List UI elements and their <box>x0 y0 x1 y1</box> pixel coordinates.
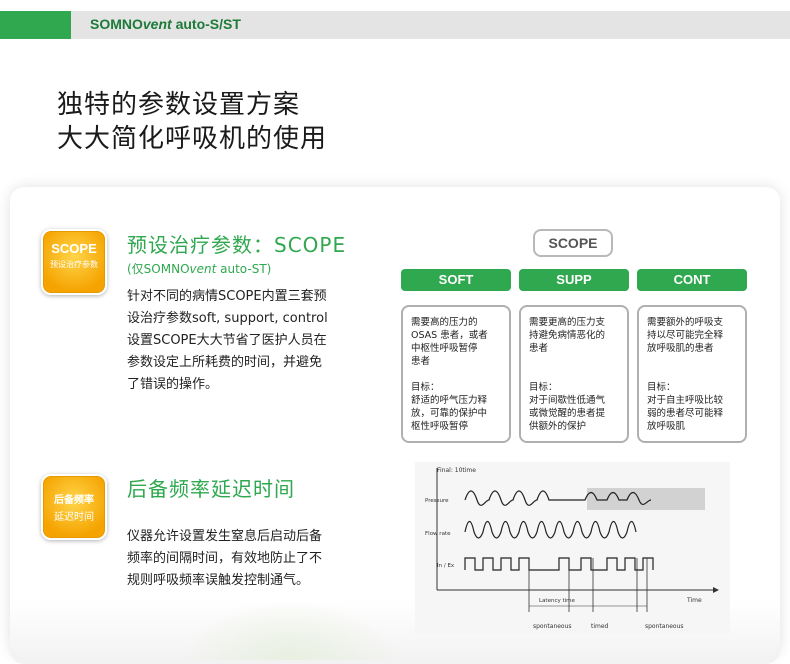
waveform-background <box>415 462 730 634</box>
mode-desc-line: 需要更高的压力支 <box>529 317 606 328</box>
mode-box-soft: 需要高的压力的 OSAS 患者，或者 中枢性呼吸暂停 患者 目标： 舒适的呼气压… <box>401 305 511 443</box>
mode-desc-line: 放呼吸肌的患者 <box>647 343 714 354</box>
waveform-top-label: Final: 10time <box>437 467 476 474</box>
section1-body: 针对不同的病情SCOPE内置三套预 设治疗参数soft, support, co… <box>127 286 377 396</box>
brand-title: SOMNOvent auto-S/ST <box>90 16 241 32</box>
backup-rate-badge-icon: 后备频率 延迟时间 <box>41 474 107 540</box>
mode-tab-cont: CONT <box>637 269 747 291</box>
mode-goal-line: 供额外的保护 <box>529 421 587 432</box>
header-accent-block <box>0 11 71 39</box>
section1-subtitle: (仅SOMNOvent auto-ST) <box>127 262 272 276</box>
pressure-highlight <box>587 488 705 510</box>
in-ex-label: In / Ex <box>437 563 455 569</box>
section2-title: 后备频率延迟时间 <box>127 477 295 501</box>
mode-box-cont: 需要额外的呼吸支 持以尽可能完全释 放呼吸肌的患者 目标： 对于自主呼吸比较 弱… <box>637 305 747 443</box>
body-line: 规则呼吸频率误触发控制通气。 <box>127 573 310 588</box>
badge-line-1: 后备频率 <box>54 495 94 506</box>
mode-goal-line: 对于间歇性低通气 <box>529 395 606 406</box>
body-line: 频率的间隔时间，有效地防止了不 <box>127 551 323 566</box>
headline-line-2: 大大简化呼吸机的使用 <box>57 124 328 154</box>
section1-title: 预设治疗参数：SCOPE <box>127 233 347 257</box>
mode-goal-line: 放，可靠的保护中 <box>411 408 488 419</box>
scope-label: SCOPE <box>533 229 613 257</box>
waveform-diagram: Final: 10time Time Pressure Flow rate In… <box>415 462 730 634</box>
time-label: Time <box>686 597 702 604</box>
mode-desc-line: 需要高的压力的 <box>411 317 478 328</box>
mode-goal-line: 弱的患者尽可能释 <box>647 408 724 419</box>
body-line: 针对不同的病情SCOPE内置三套预 <box>127 289 327 304</box>
badge-title: SCOPE <box>51 241 97 256</box>
page-headline: 独特的参数设置方案 大大简化呼吸机的使用 <box>57 88 327 156</box>
mode-goal-line: 对于自主呼吸比较 <box>647 395 724 406</box>
bottom-label-spontaneous: spontaneous <box>533 623 572 630</box>
mode-goal-line: 枢性呼吸暂停 <box>411 421 469 432</box>
body-line: 设置SCOPE大大节省了医护人员在 <box>127 333 327 348</box>
mode-goal-line: 舒适的呼气压力释 <box>411 395 488 406</box>
mode-goal-label: 目标： <box>647 382 676 393</box>
scope-badge-icon: SCOPE 预设治疗参数 <box>41 229 107 295</box>
mode-desc-line: OSAS 患者，或者 <box>411 330 488 341</box>
badge-line-2: 延迟时间 <box>54 512 94 523</box>
pressure-label: Pressure <box>425 498 449 504</box>
mode-desc-line: 持避免病情恶化的 <box>529 330 606 341</box>
bottom-label-timed: timed <box>591 623 609 630</box>
decorative-background <box>180 600 400 660</box>
bottom-label-spontaneous-2: spontaneous <box>645 623 684 630</box>
body-line: 了错误的操作。 <box>127 377 219 392</box>
mode-goal-line: 或微觉醒的患者提 <box>529 408 606 419</box>
body-line: 设治疗参数soft, support, control <box>127 311 328 326</box>
mode-goal-label: 目标： <box>411 382 440 393</box>
section2-body: 仪器允许设置发生窒息后启动后备 频率的间隔时间，有效地防止了不 规则呼吸频率误触… <box>127 526 377 592</box>
mode-desc-line: 中枢性呼吸暂停 <box>411 343 478 354</box>
flow-rate-label: Flow rate <box>425 531 451 537</box>
mode-box-supp: 需要更高的压力支 持避免病情恶化的 患者 目标： 对于间歇性低通气 或微觉醒的患… <box>519 305 629 443</box>
body-line: 仪器允许设置发生窒息后启动后备 <box>127 529 323 544</box>
latency-label: Latency time <box>539 598 576 604</box>
in-ex-wave <box>464 557 654 571</box>
headline-line-1: 独特的参数设置方案 <box>57 90 301 120</box>
badge-subtitle: 预设治疗参数 <box>50 260 98 269</box>
mode-tab-supp: SUPP <box>519 269 629 291</box>
top-header-bar: SOMNOvent auto-S/ST <box>0 11 790 39</box>
mode-goal-label: 目标： <box>529 382 558 393</box>
mode-desc-line: 需要额外的呼吸支 <box>647 317 724 328</box>
body-line: 参数设定上所耗费的时间，并避免 <box>127 355 323 370</box>
mode-goal-line: 放呼吸肌 <box>647 421 686 432</box>
mode-tab-soft: SOFT <box>401 269 511 291</box>
mode-desc-line: 持以尽可能完全释 <box>647 330 724 341</box>
mode-desc-line: 患者 <box>529 343 549 354</box>
mode-desc-line: 患者 <box>411 356 431 367</box>
